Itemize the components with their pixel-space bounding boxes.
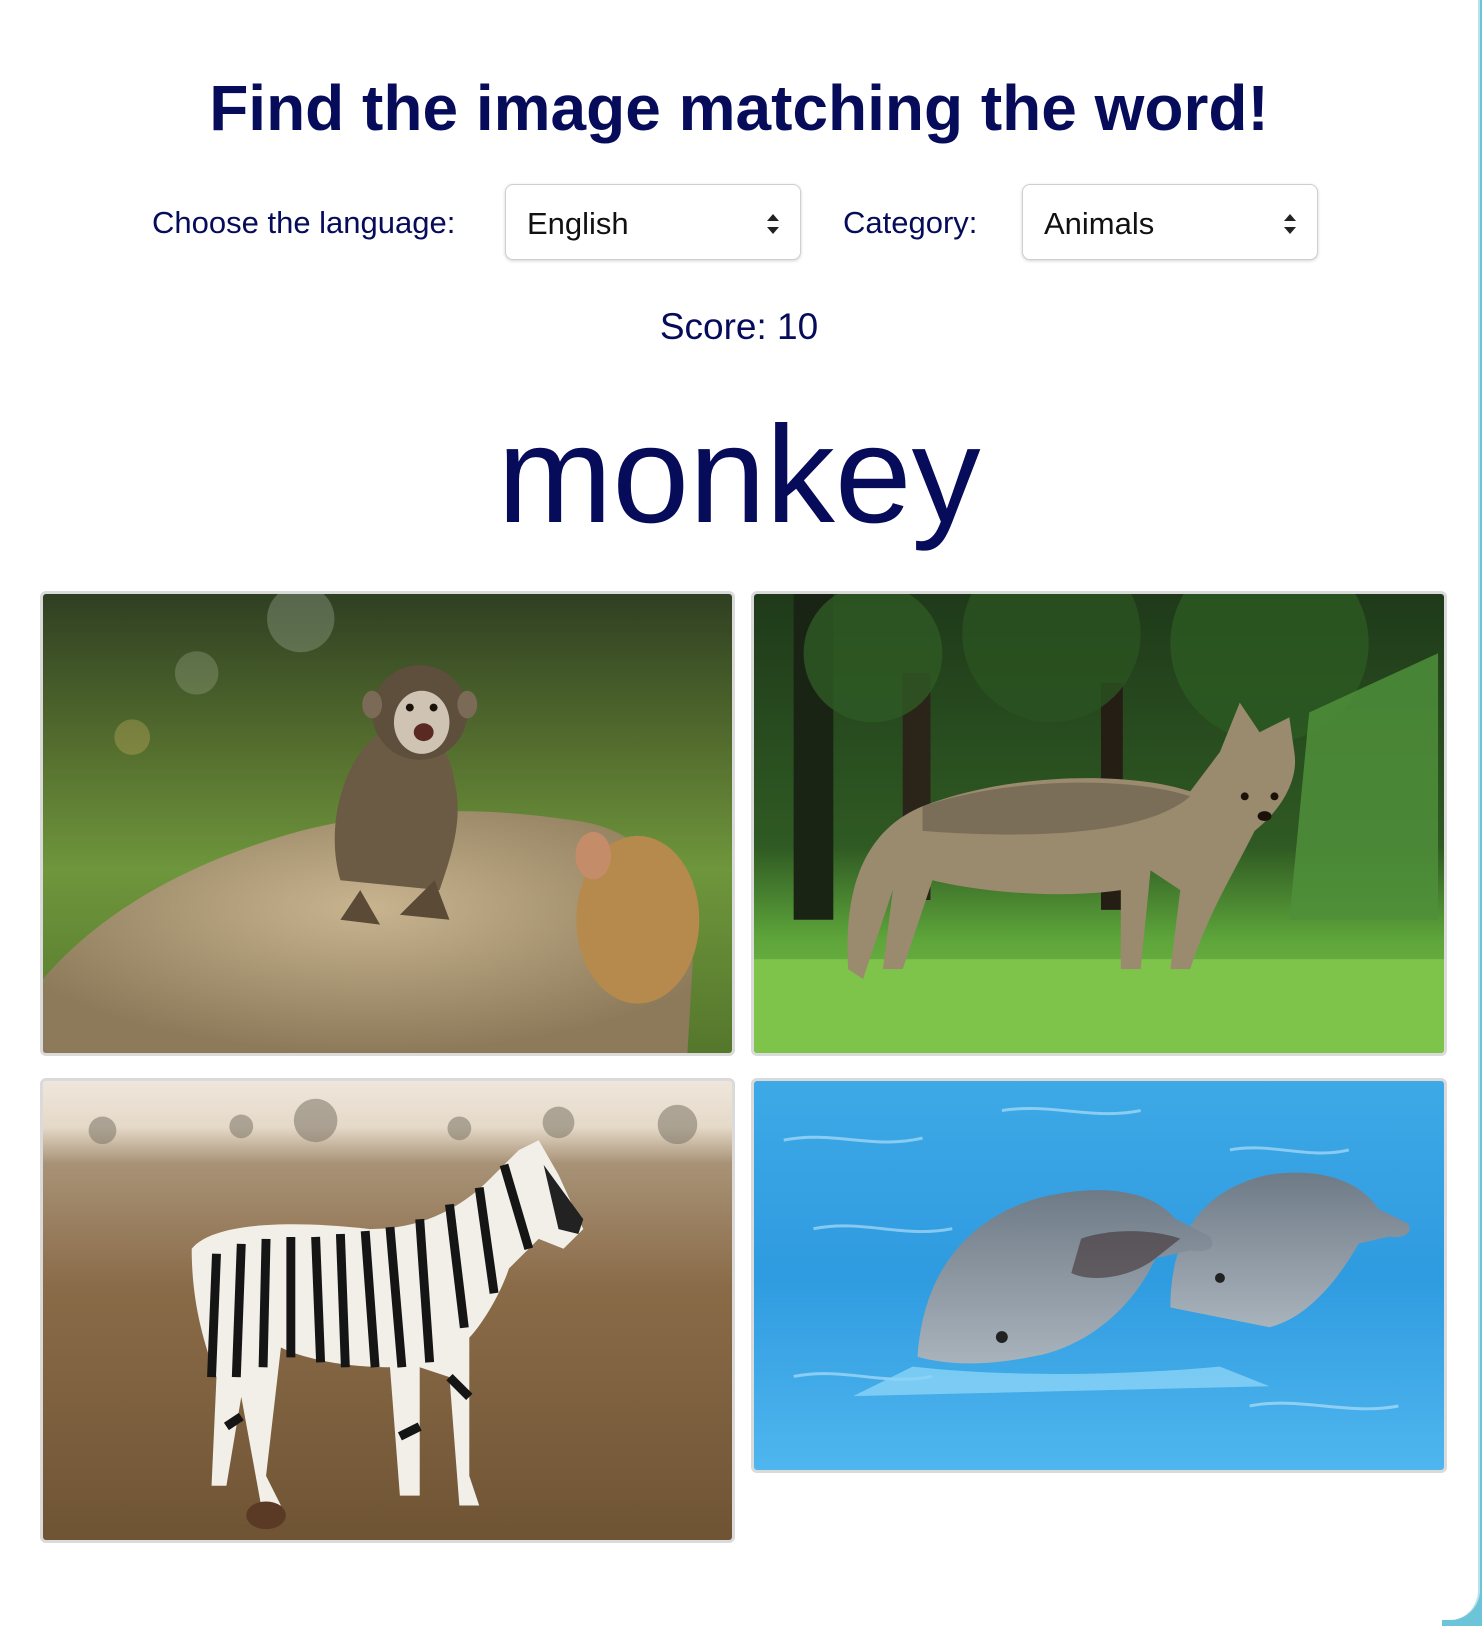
zebra-photo-icon <box>43 1081 732 1540</box>
choice-tile-monkey[interactable] <box>40 591 735 1056</box>
page: Find the image matching the word! Choose… <box>0 0 1482 1626</box>
category-label: Category: <box>843 205 978 240</box>
dolphin-photo-icon <box>754 1081 1444 1470</box>
choice-tile-zebra[interactable] <box>40 1078 735 1543</box>
wolf-photo-icon <box>754 594 1444 1053</box>
controls-bar: Choose the language: English Category: A… <box>0 184 1478 264</box>
monkey-photo-icon <box>43 594 732 1053</box>
language-select-value: English <box>527 206 629 241</box>
choice-tile-wolf[interactable] <box>751 591 1447 1056</box>
choice-tile-dolphins[interactable] <box>751 1078 1447 1473</box>
category-select-value: Animals <box>1044 206 1155 241</box>
score-display: Score: 10 <box>659 306 819 347</box>
category-select[interactable]: Animals <box>1022 184 1318 260</box>
language-label: Choose the language: <box>152 205 456 240</box>
page-title: Find the image matching the word! <box>209 72 1269 144</box>
language-select[interactable]: English <box>505 184 801 260</box>
target-word: monkey <box>497 398 981 552</box>
updown-chevron-icon <box>1284 214 1296 234</box>
updown-chevron-icon <box>767 214 779 234</box>
